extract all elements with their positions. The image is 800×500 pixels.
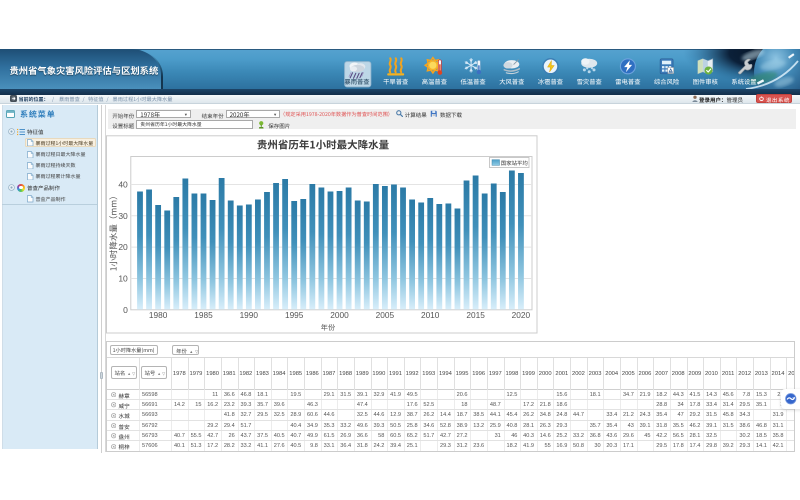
svg-text:低温普查: 低温普查	[461, 77, 487, 86]
svg-text:10: 10	[118, 274, 128, 284]
svg-text:系统设置: 系统设置	[731, 77, 756, 86]
svg-text:0: 0	[123, 305, 128, 315]
svg-text:雪灾普查: 雪灾普查	[577, 77, 603, 86]
svg-text:1990: 1990	[240, 310, 259, 320]
svg-text:1980: 1980	[149, 310, 168, 320]
svg-text:高温普查: 高温普查	[422, 77, 448, 86]
svg-text:1985: 1985	[194, 310, 213, 320]
svg-text:2015: 2015	[466, 310, 485, 320]
svg-text:贵州省历年1小时最大降水量: 贵州省历年1小时最大降水量	[257, 138, 390, 153]
svg-text:雷电普查: 雷电普查	[615, 77, 641, 86]
svg-text:40: 40	[118, 180, 128, 190]
svg-text:年份: 年份	[321, 323, 335, 333]
svg-text:大风普查: 大风普查	[499, 77, 525, 86]
svg-text:国家站平均: 国家站平均	[501, 159, 528, 167]
svg-text:20: 20	[118, 242, 128, 252]
svg-text:30: 30	[118, 211, 128, 221]
svg-text:2020: 2020	[512, 310, 531, 320]
svg-text:1小时降水量（mm）: 1小时降水量（mm）	[108, 191, 120, 271]
svg-text:2005: 2005	[376, 310, 395, 320]
svg-text:冰雹普查: 冰雹普查	[538, 77, 564, 86]
svg-text:2010: 2010	[421, 310, 440, 320]
svg-text:综合风险: 综合风险	[654, 77, 680, 86]
svg-text:2000: 2000	[330, 310, 349, 320]
svg-text:图件审核: 图件审核	[693, 77, 719, 86]
svg-text:暴雨普查: 暴雨普查	[344, 77, 370, 86]
svg-text:干旱普查: 干旱普查	[383, 77, 409, 86]
svg-text:1995: 1995	[285, 310, 304, 320]
